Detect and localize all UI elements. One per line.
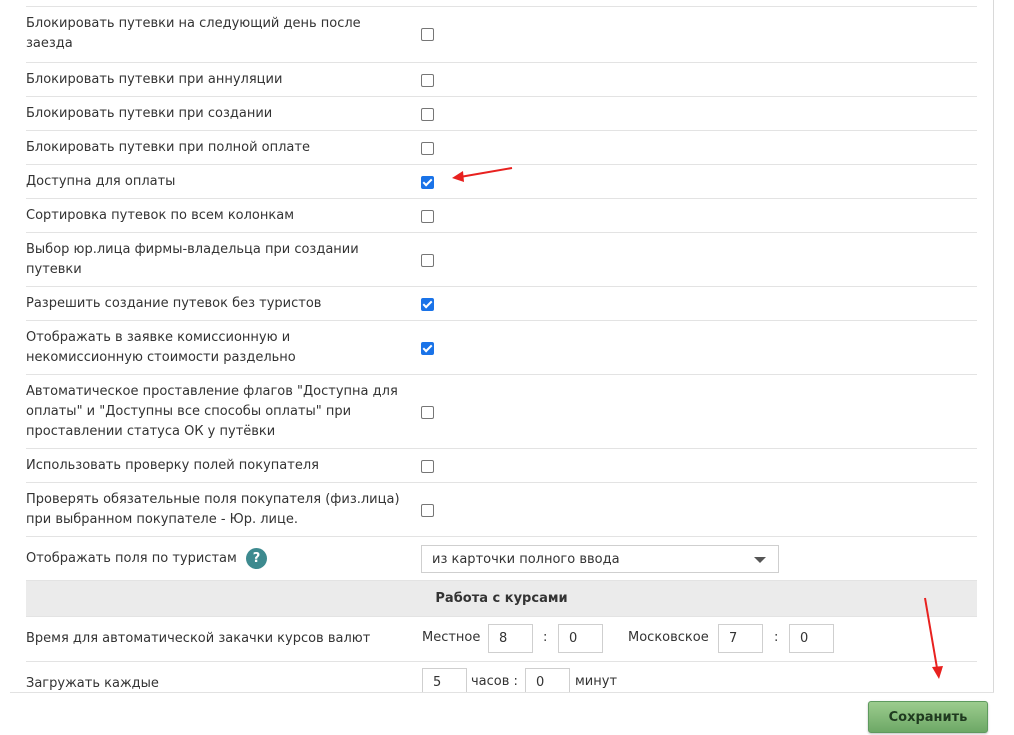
local-time-label: Местное (422, 630, 481, 645)
setting-label: Автоматическое проставление флагов "Дост… (26, 384, 398, 439)
save-button[interactable]: Сохранить (868, 701, 988, 733)
setting-row-block-annul: Блокировать путевки при аннуляции (26, 63, 977, 97)
tourist-fields-label: Отображать поля по туристам (26, 551, 237, 566)
setting-row-sort-all-columns: Сортировка путевок по всем колонкам (26, 199, 977, 233)
chevron-down-icon (754, 557, 766, 563)
moscow-minutes-input[interactable]: 0 (789, 624, 834, 653)
available-for-payment-checkbox[interactable] (421, 176, 434, 189)
setting-label: Проверять обязательные поля покупателя (… (26, 492, 400, 527)
setting-label: Блокировать путевки при полной оплате (26, 140, 310, 155)
setting-label: Использовать проверку полей покупателя (26, 458, 319, 473)
setting-label: Блокировать путевки при аннуляции (26, 72, 283, 87)
setting-row-auto-load-time: Время для автоматической закачки курсов … (26, 617, 977, 662)
load-every-label: Загружать каждые (26, 676, 159, 691)
setting-row-buyer-required-fields: Проверять обязательные поля покупателя (… (26, 483, 977, 537)
setting-row-no-tourists: Разрешить создание путевок без туристов (26, 287, 977, 321)
commission-separate-checkbox[interactable] (421, 342, 434, 355)
setting-row-tourist-fields: Отображать поля по туристам ? из карточк… (26, 537, 977, 581)
moscow-time-label: Московское (628, 630, 709, 645)
setting-row-legal-entity: Выбор юр.лица фирмы-владельца при создан… (26, 233, 977, 287)
setting-label: Выбор юр.лица фирмы-владельца при создан… (26, 242, 359, 277)
footer-area (0, 693, 1014, 735)
moscow-hours-input[interactable]: 7 (718, 624, 763, 653)
setting-row-commission-separate: Отображать в заявке комиссионную и неком… (26, 321, 977, 375)
local-minutes-input[interactable]: 0 (558, 624, 603, 653)
panel-right-border (993, 0, 994, 693)
setting-row-block-create: Блокировать путевки при создании (26, 97, 977, 131)
setting-row-block-next-day: Блокировать путевки на следующий день по… (26, 7, 977, 63)
setting-label: Отображать в заявке комиссионную и неком… (26, 330, 296, 365)
sort-all-columns-checkbox[interactable] (421, 210, 434, 223)
setting-row-auto-flags: Автоматическое проставление флагов "Дост… (26, 375, 977, 449)
local-hours-input[interactable]: 8 (488, 624, 533, 653)
setting-label: Разрешить создание путевок без туристов (26, 296, 322, 311)
setting-label: Блокировать путевки при создании (26, 106, 273, 121)
no-tourists-checkbox[interactable] (421, 298, 434, 311)
setting-row-buyer-validation: Использовать проверку полей покупателя (26, 449, 977, 483)
block-full-payment-checkbox[interactable] (421, 142, 434, 155)
block-create-checkbox[interactable] (421, 108, 434, 121)
buyer-validation-checkbox[interactable] (421, 460, 434, 473)
block-annul-checkbox[interactable] (421, 74, 434, 87)
setting-label: Блокировать путевки на следующий день по… (26, 16, 361, 51)
colon-separator: : (774, 630, 779, 645)
setting-row-available-for-payment: Доступна для оплаты (26, 165, 977, 199)
setting-row-block-full-payment: Блокировать путевки при полной оплате (26, 131, 977, 165)
auto-flags-checkbox[interactable] (421, 406, 434, 419)
setting-label: Сортировка путевок по всем колонкам (26, 208, 295, 223)
setting-label: Доступна для оплаты (26, 174, 176, 189)
hours-label: часов : (471, 674, 518, 689)
auto-load-label: Время для автоматической закачки курсов … (26, 631, 371, 646)
help-icon[interactable]: ? (246, 548, 267, 569)
buyer-required-fields-checkbox[interactable] (421, 504, 434, 517)
minutes-label: минут (575, 674, 618, 689)
legal-entity-checkbox[interactable] (421, 254, 434, 267)
settings-page: Блокировать путевки на следующий день по… (0, 0, 1014, 735)
settings-table: Блокировать путевки на следующий день по… (26, 6, 977, 698)
colon-separator: : (543, 630, 548, 645)
rates-section-title: Работа с курсами (26, 581, 977, 617)
tourist-fields-selected: из карточки полного ввода (432, 552, 620, 567)
block-next-day-checkbox[interactable] (421, 28, 434, 41)
tourist-fields-select[interactable]: из карточки полного ввода (421, 545, 779, 573)
